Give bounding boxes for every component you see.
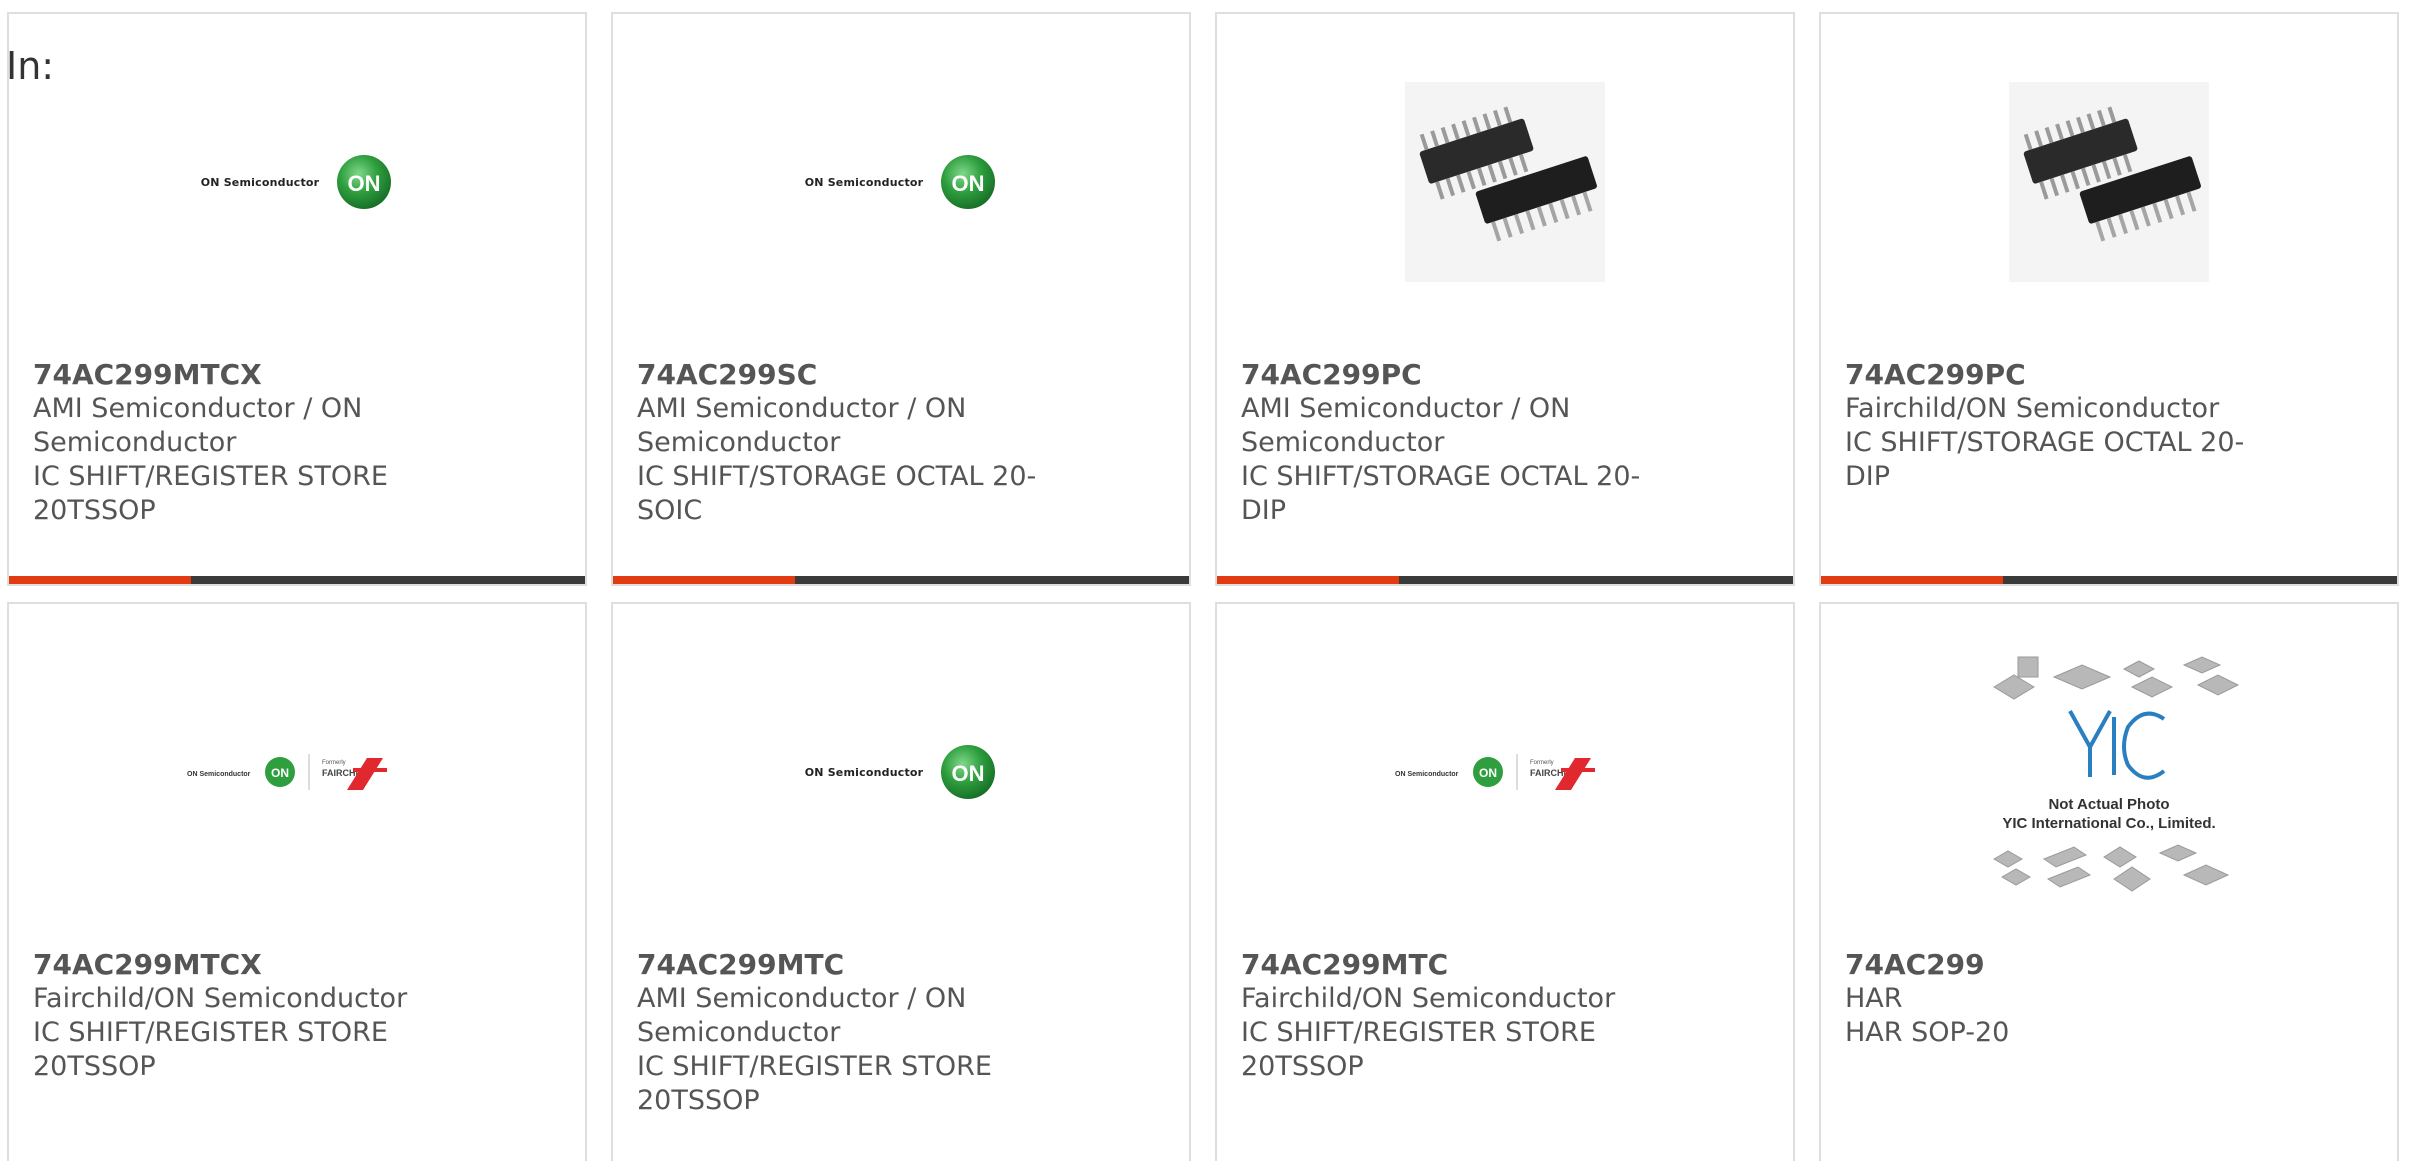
svg-text:Not Actual Photo: Not Actual Photo (2048, 796, 2169, 813)
part-number[interactable]: 74AC299PC (1845, 358, 2265, 392)
description: IC SHIFT/REGISTER STORE 20TSSOP (33, 461, 388, 526)
product-info: 74AC299MTCX Fairchild/ON Semiconductor I… (33, 948, 453, 1084)
product-card[interactable]: ON Semiconductor ON Formerly FAIRCHILD 7… (1215, 602, 1795, 1161)
product-info: 74AC299 HAR HAR SOP-20 (1845, 948, 2265, 1050)
part-number[interactable]: 74AC299PC (1241, 358, 1661, 392)
description: IC SHIFT/STORAGE OCTAL 20- DIP (1845, 427, 2245, 492)
manufacturer: AMI Semiconductor / ON Semiconductor (33, 393, 363, 458)
in-label: In: (6, 44, 55, 88)
svg-text:Formerly: Formerly (1530, 760, 1554, 766)
manufacturer: AMI Semiconductor / ON Semiconductor (637, 983, 967, 1048)
product-card[interactable]: ON Semiconductor ON 74AC299MTCX AMI Semi… (7, 12, 587, 586)
description: HAR SOP-20 (1845, 1017, 2010, 1048)
product-info: 74AC299MTCX AMI Semiconductor / ON Semico… (33, 358, 453, 528)
svg-text:Formerly: Formerly (322, 760, 346, 766)
product-grid: ON Semiconductor ON 74AC299MTCX AMI Semi… (7, 12, 2399, 1161)
svg-text:ON: ON (952, 171, 985, 196)
product-results-page: In: ON Semiconductor ON 74AC299MTCX AMI … (0, 0, 2410, 1161)
part-number[interactable]: 74AC299MTCX (33, 358, 453, 392)
on-semiconductor-logo: ON Semiconductor ON (201, 153, 394, 211)
product-image: ON Semiconductor ON (613, 654, 1189, 890)
svg-text:ON Semiconductor: ON Semiconductor (187, 771, 251, 778)
part-number[interactable]: 74AC299MTC (1241, 948, 1661, 982)
manufacturer: HAR (1845, 983, 1903, 1014)
manufacturer: AMI Semiconductor / ON Semiconductor (637, 393, 967, 458)
manufacturer: Fairchild/ON Semiconductor (1845, 393, 2220, 424)
product-card[interactable]: 74AC299PC AMI Semiconductor / ON Semicond… (1215, 12, 1795, 586)
product-card[interactable]: ON Semiconductor ON 74AC299SC AMI Semico… (611, 12, 1191, 586)
product-info: 74AC299PC AMI Semiconductor / ON Semicond… (1241, 358, 1661, 528)
product-card[interactable]: 74AC299PC Fairchild/ON Semiconductor IC … (1819, 12, 2399, 586)
on-fairchild-logo: ON Semiconductor ON Formerly FAIRCHILD (187, 754, 387, 790)
product-image: ON Semiconductor ON (9, 64, 585, 300)
svg-text:ON Semiconductor: ON Semiconductor (1395, 771, 1459, 778)
dip-chip-icon (2009, 82, 2209, 282)
product-info: 74AC299SC AMI Semiconductor / ON Semicond… (637, 358, 1057, 528)
part-number[interactable]: 74AC299MTC (637, 948, 1057, 982)
product-card[interactable]: ON Semiconductor ON Formerly FAIRCHILD 7… (7, 602, 587, 1161)
on-semiconductor-logo: ON Semiconductor ON (805, 743, 998, 801)
svg-text:ON: ON (1479, 766, 1497, 780)
card-bottom-bar (9, 576, 585, 584)
manufacturer: Fairchild/ON Semiconductor (33, 983, 408, 1014)
description: IC SHIFT/REGISTER STORE 20TSSOP (1241, 1017, 1596, 1082)
description: IC SHIFT/REGISTER STORE 20TSSOP (637, 1051, 992, 1116)
svg-text:YIC International Co., Limited: YIC International Co., Limited. (2002, 815, 2215, 832)
product-image: ON Semiconductor ON Formerly FAIRCHILD (9, 654, 585, 890)
product-card[interactable]: Not Actual Photo YIC International Co., … (1819, 602, 2399, 1161)
card-bottom-bar (1821, 576, 2397, 584)
product-info: 74AC299MTC AMI Semiconductor / ON Semicon… (637, 948, 1057, 1118)
description: IC SHIFT/REGISTER STORE 20TSSOP (33, 1017, 388, 1082)
part-number[interactable]: 74AC299SC (637, 358, 1057, 392)
product-image (1217, 64, 1793, 300)
description: IC SHIFT/STORAGE OCTAL 20- SOIC (637, 461, 1037, 526)
on-logo-icon: ON (337, 155, 392, 209)
svg-text:ON: ON (348, 171, 381, 196)
on-logo-icon: ON (941, 745, 996, 799)
part-number[interactable]: 74AC299MTCX (33, 948, 453, 982)
on-semiconductor-logo: ON Semiconductor ON (805, 153, 998, 211)
product-image: Not Actual Photo YIC International Co., … (1821, 654, 2397, 892)
product-image: ON Semiconductor ON Formerly FAIRCHILD (1217, 654, 1793, 890)
on-fairchild-logo: ON Semiconductor ON Formerly FAIRCHILD (1395, 754, 1595, 790)
product-image: ON Semiconductor ON (613, 64, 1189, 300)
card-bottom-bar (1217, 576, 1793, 584)
product-info: 74AC299MTC Fairchild/ON Semiconductor IC… (1241, 948, 1661, 1084)
product-info: 74AC299PC Fairchild/ON Semiconductor IC … (1845, 358, 2265, 494)
part-number[interactable]: 74AC299 (1845, 948, 2265, 982)
svg-text:ON: ON (271, 766, 289, 780)
manufacturer: Fairchild/ON Semiconductor (1241, 983, 1616, 1014)
on-logo-icon: ON (941, 155, 996, 209)
description: IC SHIFT/STORAGE OCTAL 20- DIP (1241, 461, 1641, 526)
svg-text:ON: ON (952, 761, 985, 786)
card-bottom-bar (613, 576, 1189, 584)
manufacturer: AMI Semiconductor / ON Semiconductor (1241, 393, 1571, 458)
product-image (1821, 64, 2397, 300)
dip-chip-icon (1405, 82, 1605, 282)
yic-placeholder-icon: Not Actual Photo YIC International Co., … (1992, 656, 2240, 892)
product-card[interactable]: ON Semiconductor ON 74AC299MTC AMI Semic… (611, 602, 1191, 1161)
